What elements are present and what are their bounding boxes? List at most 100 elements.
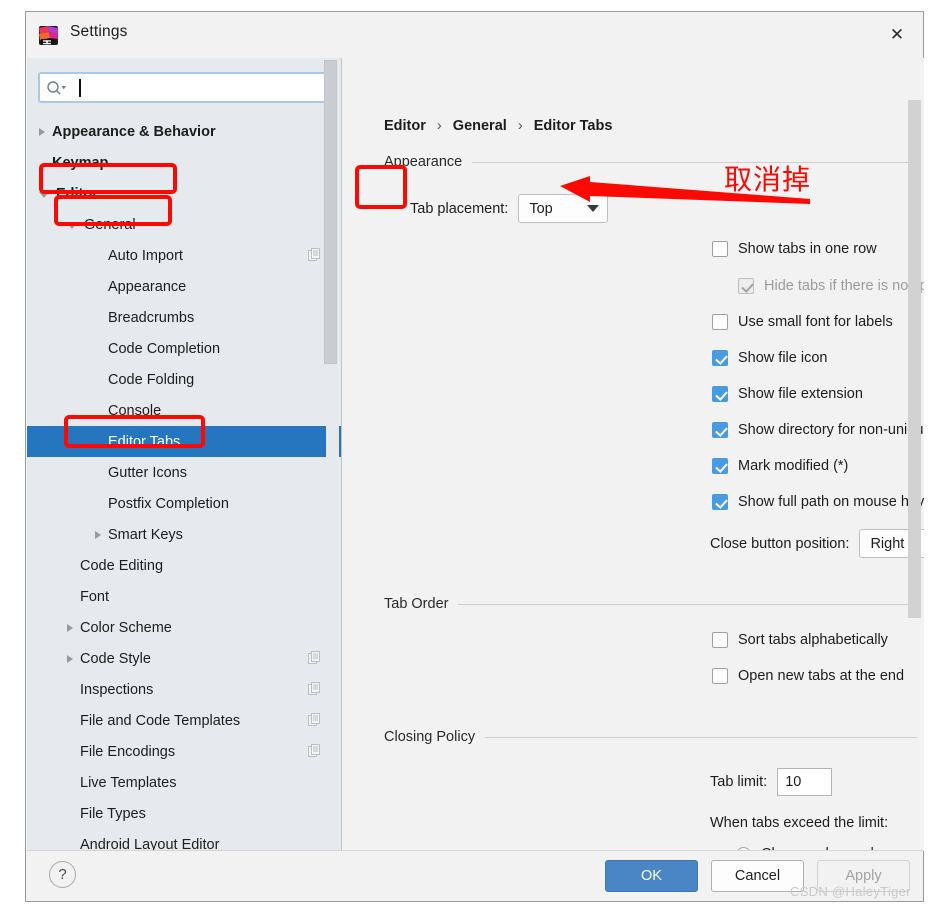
sidebar-item-console[interactable]: Console xyxy=(27,395,341,426)
panel-scrollbar-thumb[interactable] xyxy=(908,100,921,618)
breadcrumb-editor-tabs: Editor Tabs xyxy=(533,118,613,134)
copy-settings-icon[interactable] xyxy=(308,248,321,262)
mark-modified-row[interactable]: Mark modified (*) xyxy=(712,458,848,474)
sidebar-item-editor[interactable]: Editor xyxy=(27,178,341,209)
tab-placement-label: Tab placement: xyxy=(410,200,509,217)
settings-content-panel: Editor › General › Editor Tabs Appearanc… xyxy=(341,58,924,851)
dialog-footer: ? OK Cancel Apply xyxy=(27,850,923,900)
sidebar-item-gutter-icons[interactable]: Gutter Icons xyxy=(27,457,341,488)
sidebar-item-smart-keys[interactable]: Smart Keys xyxy=(27,519,341,550)
screenshot-root: Settings ✕ Appearance & Behavior Keymap Ed… xyxy=(0,0,943,913)
tab-placement-dropdown[interactable]: Top xyxy=(518,194,609,223)
sidebar-item-label: Inspections xyxy=(80,681,154,698)
show-full-path-row[interactable]: Show full path on mouse hover xyxy=(712,494,924,510)
chevron-right-icon[interactable] xyxy=(67,623,73,632)
sidebar-item-label: Code Style xyxy=(80,650,151,667)
search-box[interactable] xyxy=(38,72,329,103)
divider-line xyxy=(458,603,917,605)
chevron-right-icon[interactable] xyxy=(95,530,101,539)
sidebar-item-appearance-behavior[interactable]: Appearance & Behavior xyxy=(27,116,341,147)
close-button-position-label: Close button position: xyxy=(710,535,850,552)
breadcrumb-editor[interactable]: Editor xyxy=(384,118,426,134)
sidebar-item-editor-tabs[interactable]: Editor Tabs xyxy=(27,426,341,457)
close-button[interactable]: ✕ xyxy=(871,12,923,57)
mark-modified-checkbox[interactable] xyxy=(712,458,728,474)
group-header-closing-policy: Closing Policy xyxy=(384,729,917,745)
sidebar-item-color-scheme[interactable]: Color Scheme xyxy=(27,612,341,643)
sidebar-scrollbar-track[interactable] xyxy=(324,58,339,793)
sidebar-item-label: Code Completion xyxy=(108,340,221,357)
mark-modified-label: Mark modified (*) xyxy=(738,458,849,474)
sidebar-item-code-folding[interactable]: Code Folding xyxy=(27,364,341,395)
show-full-path-checkbox[interactable] xyxy=(712,494,728,510)
sidebar-item-code-editing[interactable]: Code Editing xyxy=(27,550,341,581)
show-file-icon-checkbox[interactable] xyxy=(712,350,728,366)
group-header-appearance: Appearance xyxy=(384,154,917,170)
ok-button[interactable]: OK xyxy=(605,860,698,892)
use-small-font-checkbox[interactable] xyxy=(712,314,728,330)
show-full-path-label: Show full path on mouse hover xyxy=(738,494,924,510)
breadcrumb-general[interactable]: General xyxy=(453,118,507,134)
sidebar-item-label: Font xyxy=(80,588,110,605)
open-new-tabs-end-checkbox[interactable] xyxy=(712,668,728,684)
sidebar-item-general[interactable]: General xyxy=(27,209,341,240)
group-title-tab-order: Tab Order xyxy=(384,596,449,612)
sidebar-scrollbar-thumb[interactable] xyxy=(324,60,337,364)
open-new-tabs-end-row[interactable]: Open new tabs at the end xyxy=(712,668,904,684)
show-directory-row[interactable]: Show directory for non-unique file names xyxy=(712,422,924,438)
chevron-down-icon[interactable] xyxy=(67,222,77,229)
sidebar-item-label: Appearance xyxy=(108,278,187,295)
sidebar-item-breadcrumbs[interactable]: Breadcrumbs xyxy=(27,302,341,333)
sidebar-item-file-types[interactable]: File Types xyxy=(27,798,341,829)
sidebar-item-keymap[interactable]: Keymap xyxy=(27,147,341,178)
use-small-font-label: Use small font for labels xyxy=(738,314,893,330)
copy-settings-icon[interactable] xyxy=(308,713,321,727)
sidebar-item-inspections[interactable]: Inspections xyxy=(27,674,341,705)
sidebar-item-label: Android Layout Editor xyxy=(80,836,220,852)
sidebar-item-label: Smart Keys xyxy=(108,526,183,543)
tab-placement-value: Top xyxy=(529,200,553,217)
chevron-right-icon[interactable] xyxy=(67,654,73,663)
sidebar-item-code-style[interactable]: Code Style xyxy=(27,643,341,674)
show-file-icon-row[interactable]: Show file icon xyxy=(712,350,827,366)
help-button[interactable]: ? xyxy=(49,861,76,888)
sidebar-item-label: Gutter Icons xyxy=(108,464,187,481)
show-file-extension-row[interactable]: Show file extension xyxy=(712,386,863,402)
chevron-down-icon xyxy=(587,205,600,212)
show-file-icon-label: Show file icon xyxy=(738,350,828,366)
chevron-right-icon[interactable] xyxy=(39,127,45,136)
search-icon xyxy=(46,79,68,97)
sidebar-item-file-encodings[interactable]: File Encodings xyxy=(27,736,341,767)
hide-tabs-no-space-label: Hide tabs if there is no space xyxy=(764,278,924,294)
chevron-down-icon[interactable] xyxy=(39,191,49,198)
hide-tabs-no-space-checkbox xyxy=(738,278,754,294)
copy-settings-icon[interactable] xyxy=(308,651,321,665)
sort-tabs-alphabetically-row[interactable]: Sort tabs alphabetically xyxy=(712,632,888,648)
sidebar-item-label: Live Templates xyxy=(80,774,177,791)
sidebar-item-file-and-code-templates[interactable]: File and Code Templates xyxy=(27,705,341,736)
tab-limit-input[interactable]: 10 xyxy=(777,768,833,796)
sort-tabs-alphabetically-checkbox[interactable] xyxy=(712,632,728,648)
sidebar-item-live-templates[interactable]: Live Templates xyxy=(27,767,341,798)
use-small-font-row[interactable]: Use small font for labels xyxy=(712,314,893,330)
sidebar-item-font[interactable]: Font xyxy=(27,581,341,612)
sidebar-item-label: File Encodings xyxy=(80,743,176,760)
search-input[interactable] xyxy=(68,76,327,99)
sidebar-item-label: Code Editing xyxy=(80,557,164,574)
sidebar-item-label: General xyxy=(84,216,136,233)
sidebar-item-android-layout-editor[interactable]: Android Layout Editor xyxy=(27,829,341,852)
show-tabs-one-row-row[interactable]: Show tabs in one row xyxy=(712,241,877,257)
show-directory-checkbox[interactable] xyxy=(712,422,728,438)
sidebar-item-code-completion[interactable]: Code Completion xyxy=(27,333,341,364)
show-tabs-one-row-checkbox[interactable] xyxy=(712,241,728,257)
copy-settings-icon[interactable] xyxy=(308,682,321,696)
sidebar-item-label: Code Folding xyxy=(108,371,195,388)
text-caret xyxy=(79,79,81,97)
copy-settings-icon[interactable] xyxy=(308,744,321,758)
sidebar-item-postfix-completion[interactable]: Postfix Completion xyxy=(27,488,341,519)
settings-dialog: Settings ✕ Appearance & Behavior Keymap Ed… xyxy=(25,11,924,902)
breadcrumb-separator-2: › xyxy=(517,118,523,134)
sidebar-item-auto-import[interactable]: Auto Import xyxy=(27,240,341,271)
show-file-extension-checkbox[interactable] xyxy=(712,386,728,402)
sidebar-item-appearance[interactable]: Appearance xyxy=(27,271,341,302)
